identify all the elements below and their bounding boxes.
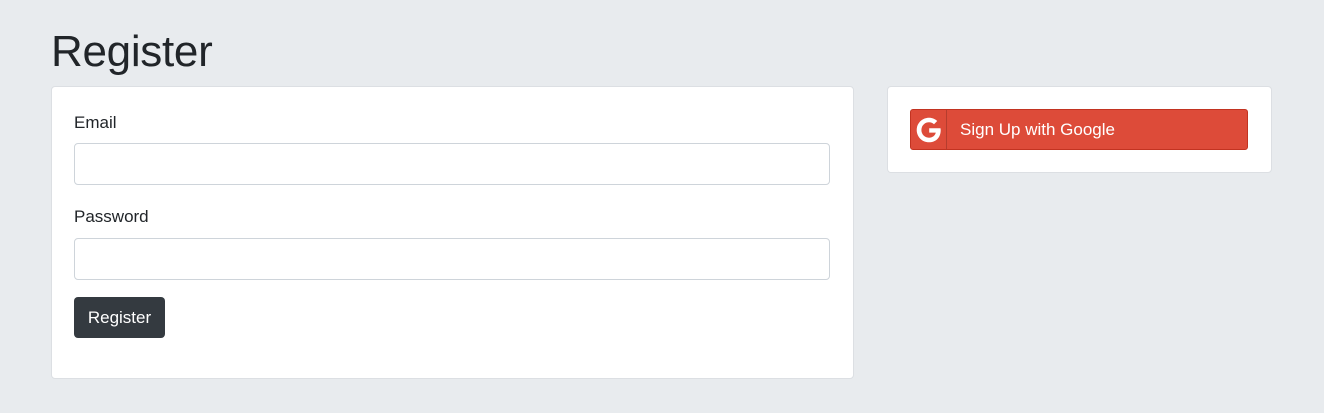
social-signup-card: Sign Up with Google [887,86,1272,173]
register-page: Register Email Password Register Sign Up… [0,0,1324,413]
page-title: Register [51,27,213,76]
register-form-card: Email Password Register [51,86,854,379]
password-label: Password [74,207,149,226]
register-button[interactable]: Register [74,297,165,338]
password-input[interactable] [74,238,830,280]
email-input[interactable] [74,143,830,185]
email-label: Email [74,113,117,132]
google-signup-label: Sign Up with Google [960,119,1115,139]
google-signup-button[interactable]: Sign Up with Google [910,109,1248,150]
google-icon [911,110,947,149]
